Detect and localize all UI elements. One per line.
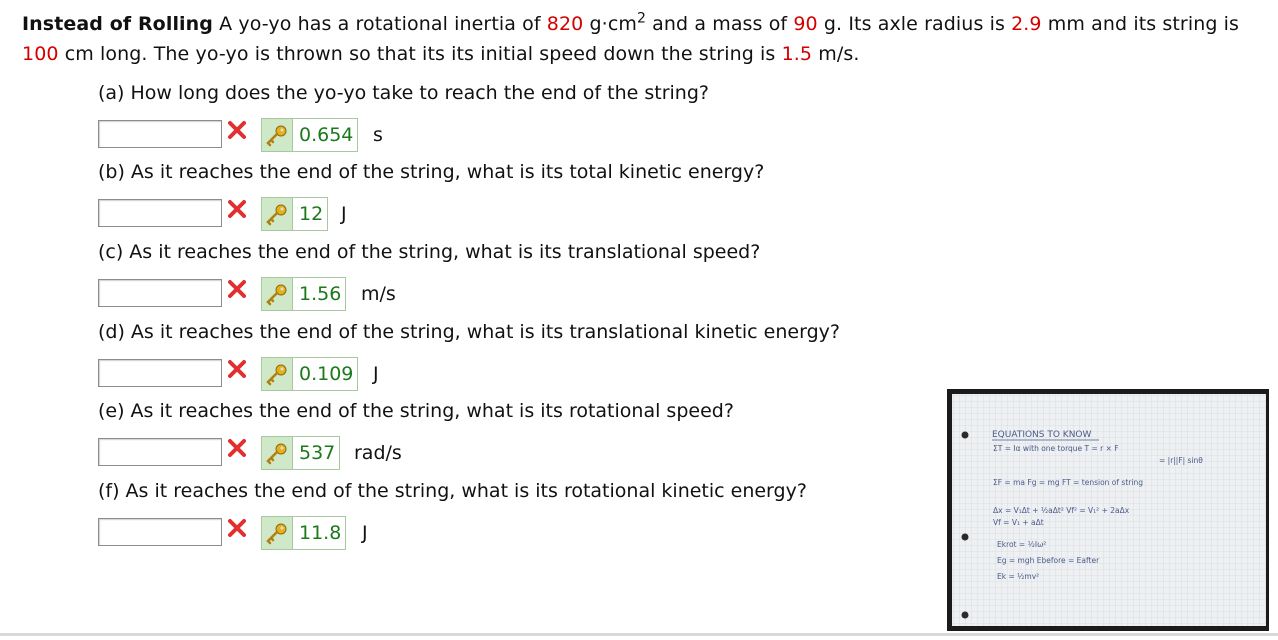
unit-e: rad/s: [354, 442, 402, 464]
equations-notes-photo: EQUATIONS TO KNOW ΣT = Iα with one torqu…: [947, 389, 1269, 631]
notes-line: Eg = mgh Ebefore = Eafter: [997, 556, 1100, 565]
correct-answer-c: 1.56: [293, 277, 347, 311]
question-f: (f) As it reaches the end of the string,…: [98, 480, 807, 502]
red-x-icon: [228, 436, 246, 462]
correct-answer-f: 11.8: [293, 516, 347, 550]
question-d: (d) As it reaches the end of the string,…: [98, 321, 840, 343]
notes-line: Δx = V₁Δt + ½aΔt² Vf² = V₁² + 2aΔx: [993, 506, 1130, 515]
inertia-exponent: 2: [636, 10, 646, 27]
notes-line: ΣT = Iα with one torque T = r × F: [993, 444, 1119, 453]
red-x-icon: [228, 277, 246, 303]
problem-text-2: g·cm: [583, 13, 637, 35]
key-icon[interactable]: [261, 357, 293, 391]
unit-b: J: [341, 203, 347, 225]
red-x-icon: [228, 357, 246, 383]
correct-answer-a: 0.654: [293, 118, 359, 152]
unit-f: J: [362, 522, 368, 544]
part-e: (e) As it reaches the end of the string,…: [98, 397, 734, 470]
answer-input-d[interactable]: [98, 359, 222, 387]
part-b: (b) As it reaches the end of the string,…: [98, 158, 764, 231]
answer-row-d: 0.109 J: [98, 357, 840, 391]
key-icon[interactable]: [261, 277, 293, 311]
answer-row-f: 11.8 J: [98, 516, 807, 550]
problem-title: Instead of Rolling: [22, 13, 213, 35]
unit-c: m/s: [361, 283, 396, 305]
part-c: (c) As it reaches the end of the string,…: [98, 238, 760, 311]
given-string-length: 100: [22, 43, 59, 65]
answer-input-c[interactable]: [98, 279, 222, 307]
notes-line: Vf = V₁ + aΔt: [993, 518, 1044, 527]
problem-text-6: cm long. The yo-yo is thrown so that its…: [58, 43, 782, 65]
red-x-icon: [228, 516, 246, 542]
part-d: (d) As it reaches the end of the string,…: [98, 318, 840, 391]
notes-line: = |r||F| sinθ: [1159, 456, 1203, 465]
answer-input-e[interactable]: [98, 438, 222, 466]
answer-row-e: 537 rad/s: [98, 436, 734, 470]
key-icon[interactable]: [261, 516, 293, 550]
answer-input-b[interactable]: [98, 199, 222, 227]
answer-input-a[interactable]: [98, 120, 222, 148]
problem-text-7: m/s.: [812, 43, 860, 65]
notes-line: ΣF = ma Fg = mg FT = tension of string: [993, 478, 1143, 487]
notes-heading: EQUATIONS TO KNOW: [992, 430, 1092, 440]
question-c: (c) As it reaches the end of the string,…: [98, 241, 761, 263]
bottom-divider: [0, 633, 1278, 636]
red-x-icon: [228, 197, 246, 223]
given-axle-radius: 2.9: [1011, 13, 1042, 35]
correct-answer-b: 12: [293, 197, 329, 231]
answer-row-a: 0.654 s: [98, 118, 709, 152]
problem-text-5: mm and its string is: [1041, 13, 1240, 35]
problem-text-4: g. Its axle radius is: [817, 13, 1012, 35]
question-b: (b) As it reaches the end of the string,…: [98, 161, 765, 183]
correct-answer-d: 0.109: [293, 357, 359, 391]
notes-line: Ek = ½mv²: [997, 572, 1039, 581]
given-initial-speed: 1.5: [781, 43, 813, 65]
given-mass: 90: [793, 13, 818, 35]
answer-input-f[interactable]: [98, 518, 222, 546]
problem-statement: Instead of Rolling A yo-yo has a rotatio…: [22, 9, 1267, 69]
question-a: (a) How long does the yo-yo take to reac…: [98, 82, 709, 104]
part-f: (f) As it reaches the end of the string,…: [98, 477, 807, 550]
answer-row-b: 12 J: [98, 197, 764, 231]
unit-d: J: [373, 363, 379, 385]
given-inertia: 820: [546, 13, 584, 35]
notes-line: Ekrot = ½Iω²: [997, 540, 1046, 549]
question-e: (e) As it reaches the end of the string,…: [98, 400, 734, 422]
red-x-icon: [228, 118, 246, 144]
problem-text-3: and a mass of: [646, 13, 794, 35]
correct-answer-e: 537: [293, 436, 341, 470]
problem-text-1: A yo-yo has a rotational inertia of: [213, 13, 547, 35]
key-icon[interactable]: [261, 436, 293, 470]
notes-paper-image: EQUATIONS TO KNOW ΣT = Iα with one torqu…: [952, 394, 1266, 626]
key-icon[interactable]: [261, 118, 293, 152]
answer-row-c: 1.56 m/s: [98, 277, 760, 311]
key-icon[interactable]: [261, 197, 293, 231]
part-a: (a) How long does the yo-yo take to reac…: [98, 79, 709, 152]
unit-a: s: [373, 124, 383, 146]
